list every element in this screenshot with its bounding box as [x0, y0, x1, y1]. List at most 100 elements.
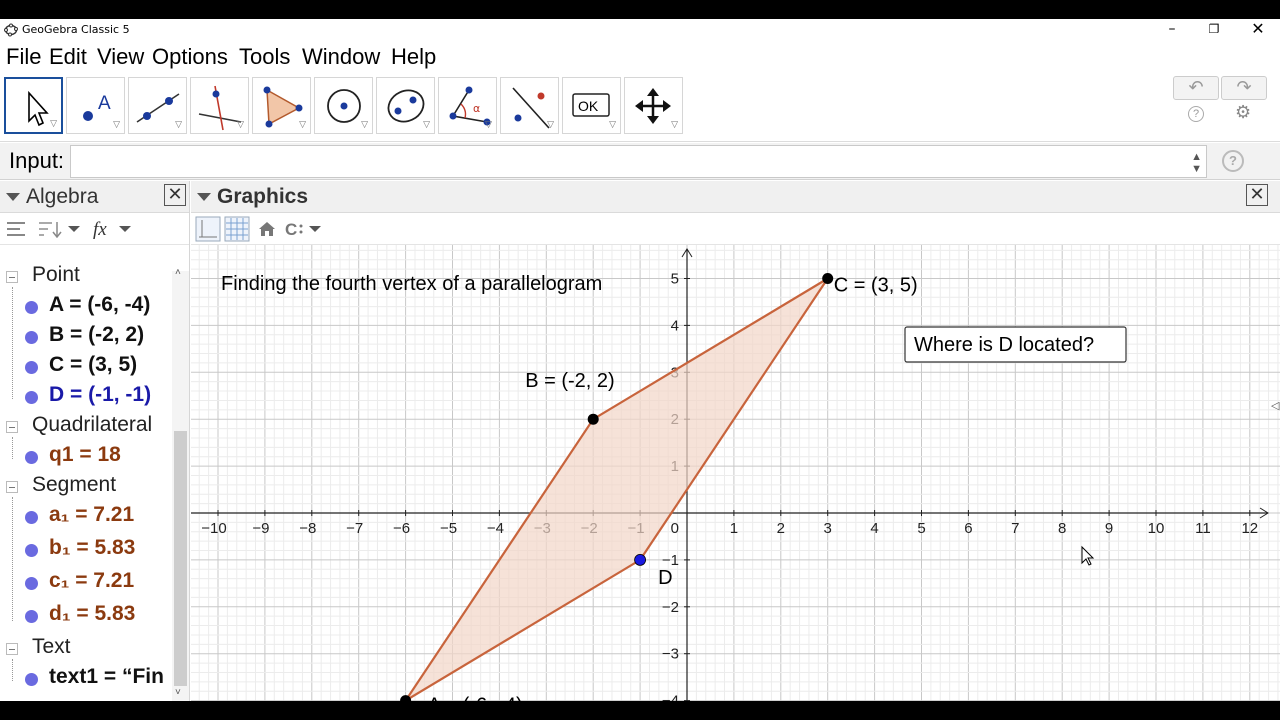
dropdown-triangle-icon: ▽	[50, 118, 57, 128]
history-stepper-icon[interactable]: ▲ ▼	[1191, 151, 1202, 175]
algebra-item[interactable]: text1 = “Fin	[0, 665, 172, 693]
question-box[interactable]: Where is D located?	[904, 326, 1127, 363]
y-tick-label: −3	[662, 646, 679, 663]
close-graphics-button[interactable]: ✕	[1246, 184, 1268, 206]
undo-button[interactable]: ↶	[1173, 76, 1219, 100]
menu-file[interactable]: File	[6, 44, 41, 70]
visibility-toggle-icon[interactable]	[25, 577, 38, 590]
menu-view[interactable]: View	[97, 44, 144, 70]
side-panel-toggle-icon[interactable]: ◁	[1271, 399, 1279, 412]
point-tool-button[interactable]: A ▽	[66, 77, 125, 134]
dropdown-triangle-icon: ▽	[547, 119, 554, 129]
menu-edit[interactable]: Edit	[49, 44, 87, 70]
collapse-arrow-icon[interactable]	[6, 193, 20, 201]
svg-text:C: C	[285, 220, 297, 239]
menu-options[interactable]: Options	[152, 44, 228, 70]
y-tick-label: −4	[662, 693, 679, 701]
sort-order-icon[interactable]	[38, 220, 82, 238]
scroll-down-icon[interactable]: ˅	[175, 687, 181, 698]
visibility-toggle-icon[interactable]	[25, 331, 38, 344]
algebra-item[interactable]: q1 = 18	[0, 443, 172, 471]
visibility-toggle-icon[interactable]	[25, 391, 38, 404]
collapse-category-icon[interactable]	[6, 271, 18, 283]
visibility-toggle-icon[interactable]	[25, 673, 38, 686]
show-axes-icon[interactable]	[195, 216, 221, 242]
tree-guide-line	[12, 659, 13, 681]
conic-tool-button[interactable]: ▽	[376, 77, 435, 134]
algebra-category[interactable]: Point	[0, 263, 172, 291]
point-label-d[interactable]: D	[658, 567, 672, 589]
algebra-vertical-scrollbar[interactable]: ˄ ˅	[172, 267, 189, 701]
algebra-category[interactable]: Text	[0, 635, 172, 663]
x-tick-label: −4	[487, 520, 504, 537]
move-graphics-tool-button[interactable]: ▽	[624, 77, 683, 134]
collapse-arrow-icon[interactable]	[197, 193, 211, 201]
move-tool-button[interactable]: ▽	[4, 77, 63, 134]
point-label-b[interactable]: B = (-2, 2)	[525, 370, 614, 392]
algebra-item[interactable]: b₁ = 5.83	[0, 536, 172, 564]
show-grid-icon[interactable]	[224, 216, 250, 242]
minimize-button[interactable]: –	[1150, 19, 1194, 41]
sort-lines-icon[interactable]	[6, 220, 26, 238]
parallelogram-q1[interactable]	[404, 277, 829, 701]
line-tool-button[interactable]: ▽	[128, 77, 187, 134]
visibility-toggle-icon[interactable]	[25, 610, 38, 623]
x-tick-label: 10	[1148, 520, 1165, 537]
circle-tool-button[interactable]: ▽	[314, 77, 373, 134]
x-tick-label: −5	[440, 520, 457, 537]
x-tick-label: −10	[201, 520, 226, 537]
scroll-thumb[interactable]	[174, 431, 187, 686]
visibility-toggle-icon[interactable]	[25, 511, 38, 524]
collapse-category-icon[interactable]	[6, 421, 18, 433]
algebra-item[interactable]: A = (-6, -4)	[0, 293, 172, 321]
scroll-up-icon[interactable]: ˄	[175, 267, 181, 278]
collapse-category-icon[interactable]	[6, 643, 18, 655]
perpendicular-tool-button[interactable]: ▽	[190, 77, 249, 134]
restore-button[interactable]: ❐	[1192, 19, 1236, 41]
input-help-icon[interactable]: ?	[1222, 150, 1244, 172]
mouse-cursor-icon	[1081, 545, 1095, 566]
point-label-a[interactable]: A = (-6, -4)	[428, 695, 523, 701]
point-b[interactable]	[587, 413, 599, 425]
question-text: Where is D located?	[914, 334, 1094, 356]
graphics-heading-text[interactable]: Finding the fourth vertex of a parallelo…	[221, 273, 602, 295]
menu-tools[interactable]: Tools	[239, 44, 290, 70]
algebra-item[interactable]: D = (-1, -1)	[0, 383, 172, 411]
point-capturing-icon[interactable]: C	[284, 219, 326, 239]
angle-tool-button[interactable]: α ▽	[438, 77, 497, 134]
redo-button[interactable]: ↷	[1221, 76, 1267, 100]
algebra-category[interactable]: Segment	[0, 473, 172, 501]
visibility-toggle-icon[interactable]	[25, 451, 38, 464]
settings-gear-icon[interactable]: ⚙	[1235, 102, 1251, 123]
input-field[interactable]: ▲ ▼	[70, 145, 1207, 178]
menu-help[interactable]: Help	[391, 44, 436, 70]
collapse-category-icon[interactable]	[6, 481, 18, 493]
graphics-canvas[interactable]: −10−9−8−7−6−5−4−3−2−1123456789101112−4−3…	[191, 245, 1280, 701]
home-icon[interactable]	[257, 219, 277, 239]
category-label: Quadrilateral	[32, 413, 153, 436]
visibility-toggle-icon[interactable]	[25, 544, 38, 557]
algebra-item[interactable]: c₁ = 7.21	[0, 569, 172, 597]
function-fx-icon[interactable]: fx	[92, 217, 134, 241]
x-tick-label: 5	[917, 520, 925, 537]
point-label-c[interactable]: C = (3, 5)	[834, 275, 918, 297]
point-c[interactable]	[822, 273, 834, 284]
algebra-category[interactable]: Quadrilateral	[0, 413, 172, 441]
algebra-item-text: d₁ = 5.83	[49, 602, 136, 625]
close-window-button[interactable]: ✕	[1236, 19, 1280, 41]
algebra-item[interactable]: B = (-2, 2)	[0, 323, 172, 351]
polygon-tool-button[interactable]: ▽	[252, 77, 311, 134]
x-tick-label: 3	[824, 520, 832, 537]
point-d[interactable]	[634, 553, 647, 566]
algebra-item[interactable]: a₁ = 7.21	[0, 503, 172, 531]
algebra-item[interactable]: d₁ = 5.83	[0, 602, 172, 630]
visibility-toggle-icon[interactable]	[25, 301, 38, 314]
menu-window[interactable]: Window	[302, 44, 380, 70]
graphics-view: Graphics ✕ C −10−9−8−7−6−5−4−3−2−1123456…	[191, 181, 1280, 701]
algebra-item[interactable]: C = (3, 5)	[0, 353, 172, 381]
visibility-toggle-icon[interactable]	[25, 361, 38, 374]
close-algebra-button[interactable]: ✕	[164, 184, 186, 206]
reflect-tool-button[interactable]: ▽	[500, 77, 559, 134]
help-icon[interactable]: ?	[1188, 106, 1204, 122]
slider-tool-button[interactable]: OK ▽	[562, 77, 621, 134]
